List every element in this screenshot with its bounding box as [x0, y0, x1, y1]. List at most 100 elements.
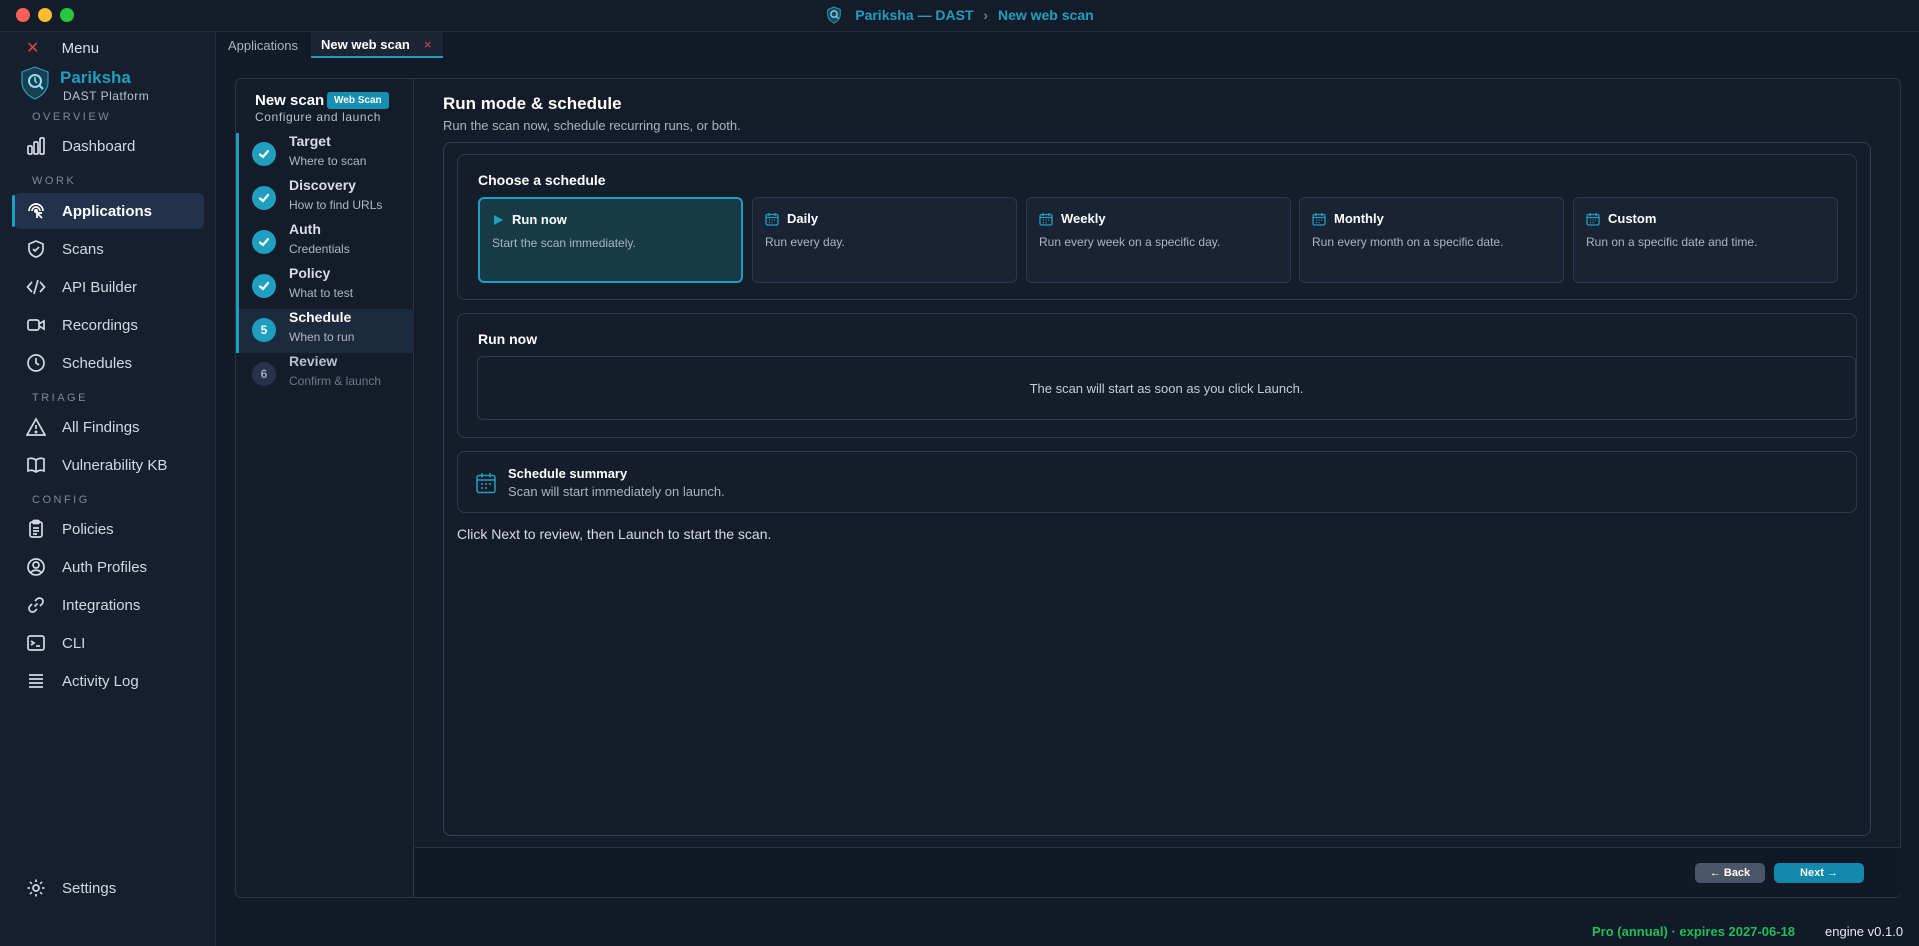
title-separator: › — [983, 7, 989, 23]
scan-type-badge: Web Scan — [327, 92, 389, 109]
calendar-icon — [476, 473, 496, 494]
step-discovery[interactable]: Discovery How to find URLs — [236, 177, 414, 221]
run-now-message: The scan will start as soon as you click… — [477, 356, 1856, 420]
option-title: Monthly — [1334, 211, 1384, 226]
close-icon[interactable]: ✕ — [26, 40, 39, 57]
sidebar-item-label: Applications — [62, 202, 153, 220]
sidebar-item-label: Settings — [62, 879, 117, 897]
sidebar-item-label: Activity Log — [62, 672, 139, 690]
section-triage: TRIAGE — [32, 392, 88, 404]
option-weekly[interactable]: Weekly Run every week on a specific day. — [1026, 197, 1291, 283]
back-button[interactable]: ← Back — [1695, 863, 1765, 883]
option-custom[interactable]: Custom Run on a specific date and time. — [1573, 197, 1838, 283]
option-monthly[interactable]: Monthly Run every month on a specific da… — [1299, 197, 1564, 283]
option-desc: Run every day. — [765, 235, 845, 249]
app-logo-icon — [827, 6, 842, 24]
page-subtitle: Run the scan now, schedule recurring run… — [443, 118, 741, 133]
window-title: Pariksha — DAST › New web scan — [0, 6, 1919, 24]
menu-toggle[interactable]: ✕ Menu — [26, 38, 99, 58]
step-title: Auth — [289, 221, 321, 237]
step-schedule[interactable]: 5 Schedule When to run — [236, 309, 414, 353]
menu-label: Menu — [61, 40, 100, 57]
step-subtitle: What to test — [289, 286, 354, 300]
option-desc: Run every week on a specific day. — [1039, 235, 1221, 249]
check-icon — [252, 274, 276, 298]
tab-label: New web scan — [321, 36, 410, 52]
sidebar-item-settings[interactable]: Settings — [14, 870, 204, 906]
brand-subtitle: DAST Platform — [63, 89, 150, 103]
sidebar-item-integrations[interactable]: Integrations — [14, 587, 204, 623]
title-app: Pariksha — DAST — [855, 7, 974, 23]
option-desc: Run on a specific date and time. — [1586, 235, 1758, 249]
sidebar-item-label: Recordings — [62, 316, 138, 334]
sidebar-item-applications[interactable]: Applications — [12, 193, 204, 229]
brand-name: Pariksha — [60, 68, 131, 87]
step-subtitle: Confirm & launch — [289, 374, 382, 388]
license-status: Pro (annual) · expires 2027-06-18 — [1592, 924, 1796, 939]
hint-text: Click Next to review, then Launch to sta… — [457, 526, 772, 542]
check-icon — [252, 230, 276, 254]
check-icon — [252, 186, 276, 210]
sidebar-item-scans[interactable]: Scans — [14, 231, 204, 267]
sidebar-item-label: CLI — [62, 634, 86, 652]
sidebar-item-schedules[interactable]: Schedules — [14, 345, 204, 381]
step-subtitle: When to run — [289, 330, 355, 344]
tab-bar: Applications New web scan × — [217, 32, 1919, 58]
schedule-summary-card — [457, 451, 1857, 513]
step-number: 6 — [252, 362, 276, 386]
option-run-now[interactable]: Run now Start the scan immediately. — [478, 197, 743, 283]
summary-text: Scan will start immediately on launch. — [508, 484, 725, 499]
wizard-title: New scan — [255, 92, 325, 109]
sidebar-item-vulnerability-kb[interactable]: Vulnerability KB — [14, 447, 204, 483]
sidebar-item-label: API Builder — [62, 278, 138, 296]
sidebar-item-cli[interactable]: CLI — [14, 625, 204, 661]
sidebar-item-recordings[interactable]: Recordings — [14, 307, 204, 343]
sidebar-item-policies[interactable]: Policies — [14, 511, 204, 547]
option-desc: Run every month on a specific date. — [1312, 235, 1504, 249]
sidebar-item-api-builder[interactable]: API Builder — [14, 269, 204, 305]
sidebar-item-auth-profiles[interactable]: Auth Profiles — [14, 549, 204, 585]
sidebar-item-dashboard[interactable]: Dashboard — [14, 128, 204, 164]
close-tab-icon[interactable]: × — [424, 37, 432, 52]
clipboard-icon — [29, 519, 43, 538]
shield-icon — [28, 240, 44, 258]
calendar-icon — [1312, 212, 1326, 226]
step-target[interactable]: Target Where to scan — [236, 133, 414, 177]
radar-cursor-icon — [28, 203, 44, 219]
step-review[interactable]: 6 Review Confirm & launch — [236, 353, 414, 397]
step-title: Target — [289, 133, 331, 149]
summary-title: Schedule summary — [508, 466, 628, 481]
section-work: WORK — [32, 175, 77, 187]
option-title: Custom — [1608, 211, 1657, 226]
clock-icon — [27, 354, 45, 372]
calendar-icon — [765, 212, 779, 226]
sidebar-item-label: Dashboard — [62, 137, 136, 155]
step-policy[interactable]: Policy What to test — [236, 265, 414, 309]
option-daily[interactable]: Daily Run every day. — [752, 197, 1017, 283]
section-config: CONFIG — [32, 494, 90, 506]
run-now-title: Run now — [478, 331, 538, 347]
tab-new-web-scan[interactable]: New web scan × — [311, 32, 443, 58]
sidebar-item-activity-log[interactable]: Activity Log — [14, 663, 204, 699]
sidebar-item-all-findings[interactable]: All Findings — [14, 409, 204, 445]
sidebar-item-label: Vulnerability KB — [62, 456, 168, 474]
link-icon — [28, 597, 44, 613]
calendar-icon — [1039, 212, 1053, 226]
step-auth[interactable]: Auth Credentials — [236, 221, 414, 265]
check-icon — [252, 142, 276, 166]
option-desc: Start the scan immediately. — [492, 236, 636, 250]
choose-schedule-title: Choose a schedule — [478, 172, 606, 188]
tab-applications[interactable]: Applications — [217, 32, 309, 58]
step-number: 5 — [252, 318, 276, 342]
option-title: Run now — [512, 212, 567, 227]
next-button[interactable]: Next → — [1774, 863, 1864, 883]
sidebar-item-label: Scans — [62, 240, 104, 258]
gear-icon — [27, 879, 45, 897]
step-subtitle: How to find URLs — [289, 198, 383, 212]
title-page: New web scan — [997, 7, 1094, 23]
sidebar-item-label: All Findings — [62, 418, 140, 436]
step-title: Policy — [289, 265, 331, 281]
sidebar — [0, 32, 216, 946]
calendar-icon — [1586, 212, 1600, 226]
section-overview: OVERVIEW — [32, 111, 112, 123]
